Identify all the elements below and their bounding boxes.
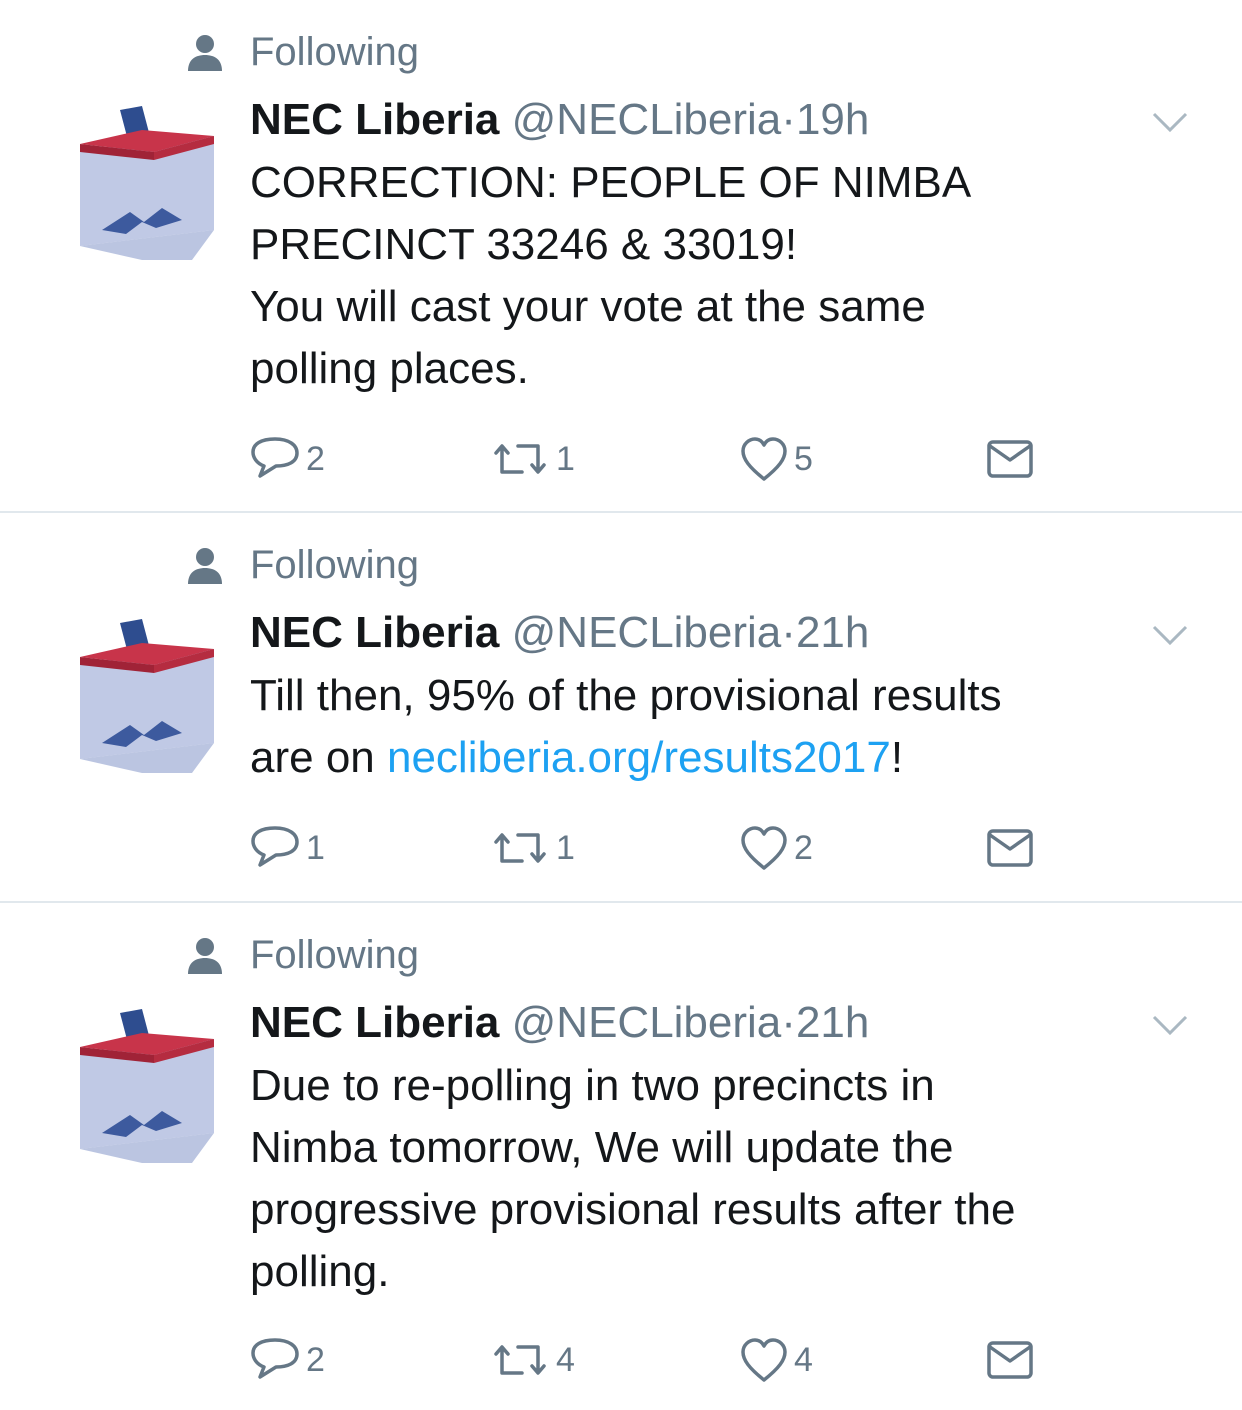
tweet-text-line: are on necliberia.org/results2017! (250, 727, 1210, 789)
heart-icon (741, 826, 787, 870)
like-count: 2 (794, 828, 813, 867)
like-button[interactable]: 4 (740, 1335, 813, 1385)
direct-message-button[interactable] (986, 823, 1034, 873)
reply-count: 2 (306, 1340, 325, 1379)
like-count: 4 (794, 1340, 813, 1379)
retweet-icon (494, 444, 546, 474)
retweet-icon (494, 1345, 546, 1375)
person-icon (188, 938, 222, 974)
reply-count: 2 (306, 439, 325, 478)
reply-icon (251, 1338, 299, 1379)
reply-icon (251, 437, 299, 478)
tweet-text-line: PRECINCT 33246 & 33019! (250, 220, 798, 269)
retweet-count: 1 (556, 439, 575, 478)
tweet-text-line: polling places. (250, 344, 529, 393)
retweet-button[interactable]: 1 (490, 434, 575, 484)
social-context (186, 28, 224, 78)
ballot-box-avatar[interactable] (72, 100, 214, 270)
direct-message-button[interactable] (986, 1335, 1034, 1385)
retweet-count: 1 (556, 828, 575, 867)
chevron-down-icon[interactable] (1150, 110, 1190, 136)
direct-message-button[interactable] (986, 434, 1034, 484)
tweet-text-line: progressive provisional results after th… (250, 1185, 1016, 1234)
following-label: Following (250, 30, 419, 74)
tweet[interactable]: Following NEC Liberia @NECLiberia·19h CO… (0, 0, 1242, 512)
tweet[interactable]: Following NEC Liberia @NECLiberia·21h Ti… (0, 513, 1242, 901)
text-segment: are on (250, 733, 387, 782)
text-segment: ! (890, 733, 904, 782)
separator-dot: · (781, 608, 796, 657)
heart-icon (741, 1338, 787, 1382)
tweet-text-line: Till then, 95% of the provisional result… (250, 671, 1002, 720)
tweet[interactable]: Following NEC Liberia @NECLiberia·21h Du… (0, 903, 1242, 1410)
like-count: 5 (794, 439, 813, 478)
tweet-actions: 2 1 5 (250, 434, 1050, 484)
chevron-down-icon[interactable] (1150, 623, 1190, 649)
tweet-header: NEC Liberia @NECLiberia·19h (250, 92, 869, 148)
tweet-header: NEC Liberia @NECLiberia·21h (250, 605, 869, 661)
envelope-icon (987, 1341, 1033, 1379)
social-context (186, 541, 224, 591)
tweet-text: Due to re-polling in two precincts in Ni… (250, 1055, 1210, 1303)
social-context (186, 931, 224, 981)
envelope-icon (987, 829, 1033, 867)
tweet-text-line: CORRECTION: PEOPLE OF NIMBA (250, 158, 972, 207)
tweet-actions: 2 4 4 (250, 1335, 1050, 1385)
timestamp[interactable]: 19h (796, 95, 869, 144)
author-name[interactable]: NEC Liberia (250, 998, 499, 1047)
following-label: Following (250, 933, 419, 977)
author-name[interactable]: NEC Liberia (250, 95, 499, 144)
chevron-down-icon[interactable] (1150, 1013, 1190, 1039)
author-handle[interactable]: @NECLiberia (512, 608, 782, 657)
heart-icon (741, 437, 787, 481)
like-button[interactable]: 5 (740, 434, 813, 484)
tweet-text: Till then, 95% of the provisional result… (250, 665, 1210, 789)
person-icon (188, 35, 222, 71)
following-label: Following (250, 543, 419, 587)
timestamp[interactable]: 21h (796, 608, 869, 657)
ballot-box-avatar[interactable] (72, 613, 214, 783)
tweet-header: NEC Liberia @NECLiberia·21h (250, 995, 869, 1051)
results-link[interactable]: necliberia.org/results2017 (387, 733, 891, 782)
author-handle[interactable]: @NECLiberia (512, 95, 782, 144)
retweet-button[interactable]: 4 (490, 1335, 575, 1385)
tweet-actions: 1 1 2 (250, 823, 1050, 873)
reply-button[interactable]: 2 (250, 1335, 325, 1385)
ballot-box-avatar[interactable] (72, 1003, 214, 1173)
tweet-text-line: You will cast your vote at the same (250, 282, 926, 331)
envelope-icon (987, 440, 1033, 478)
tweet-text-line: Due to re-polling in two precincts in (250, 1061, 935, 1110)
reply-icon (251, 826, 299, 867)
reply-button[interactable]: 2 (250, 434, 325, 484)
author-name[interactable]: NEC Liberia (250, 608, 499, 657)
timestamp[interactable]: 21h (796, 998, 869, 1047)
reply-count: 1 (306, 828, 325, 867)
retweet-count: 4 (556, 1340, 575, 1379)
person-icon (188, 548, 222, 584)
separator-dot: · (781, 95, 796, 144)
author-handle[interactable]: @NECLiberia (512, 998, 782, 1047)
tweet-text-line: Nimba tomorrow, We will update the (250, 1123, 954, 1172)
like-button[interactable]: 2 (740, 823, 813, 873)
tweet-text: CORRECTION: PEOPLE OF NIMBA PRECINCT 332… (250, 152, 1210, 400)
tweet-text-line: polling. (250, 1247, 390, 1296)
retweet-button[interactable]: 1 (490, 823, 575, 873)
separator-dot: · (781, 998, 796, 1047)
retweet-icon (494, 833, 546, 863)
reply-button[interactable]: 1 (250, 823, 325, 873)
